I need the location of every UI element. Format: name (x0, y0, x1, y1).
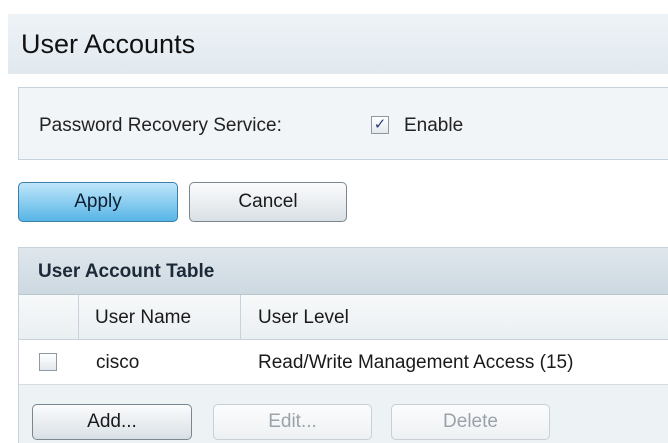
delete-button[interactable]: Delete (391, 404, 550, 440)
password-recovery-label: Password Recovery Service: (39, 115, 282, 136)
user-account-table: User Account Table User Name User Level … (18, 247, 668, 443)
cancel-button[interactable]: Cancel (189, 182, 347, 222)
page-title: User Accounts (21, 29, 196, 59)
table-footer: Add... Edit... Delete (19, 385, 668, 443)
column-header-select (19, 295, 79, 340)
user-accounts-page: User Accounts Password Recovery Service:… (0, 0, 668, 443)
apply-button[interactable]: Apply (18, 182, 178, 222)
row-select-checkbox[interactable] (39, 353, 57, 371)
table-caption: User Account Table (19, 248, 668, 295)
column-header-user-name[interactable]: User Name (79, 295, 241, 340)
table-header-row: User Name User Level (19, 295, 668, 340)
password-recovery-panel: Password Recovery Service: ✓ Enable (18, 87, 668, 160)
cell-user-level: Read/Write Management Access (15) (258, 352, 574, 373)
table-caption-text: User Account Table (38, 261, 215, 282)
add-button[interactable]: Add... (32, 404, 192, 440)
title-bar: User Accounts (8, 14, 668, 74)
column-header-user-level[interactable]: User Level (241, 295, 668, 340)
enable-label: Enable (404, 115, 464, 136)
edit-button[interactable]: Edit... (213, 404, 372, 440)
cell-user-name: cisco (96, 352, 140, 373)
table-row[interactable]: cisco Read/Write Management Access (15) (19, 340, 668, 385)
password-recovery-checkbox[interactable]: ✓ (371, 116, 389, 134)
